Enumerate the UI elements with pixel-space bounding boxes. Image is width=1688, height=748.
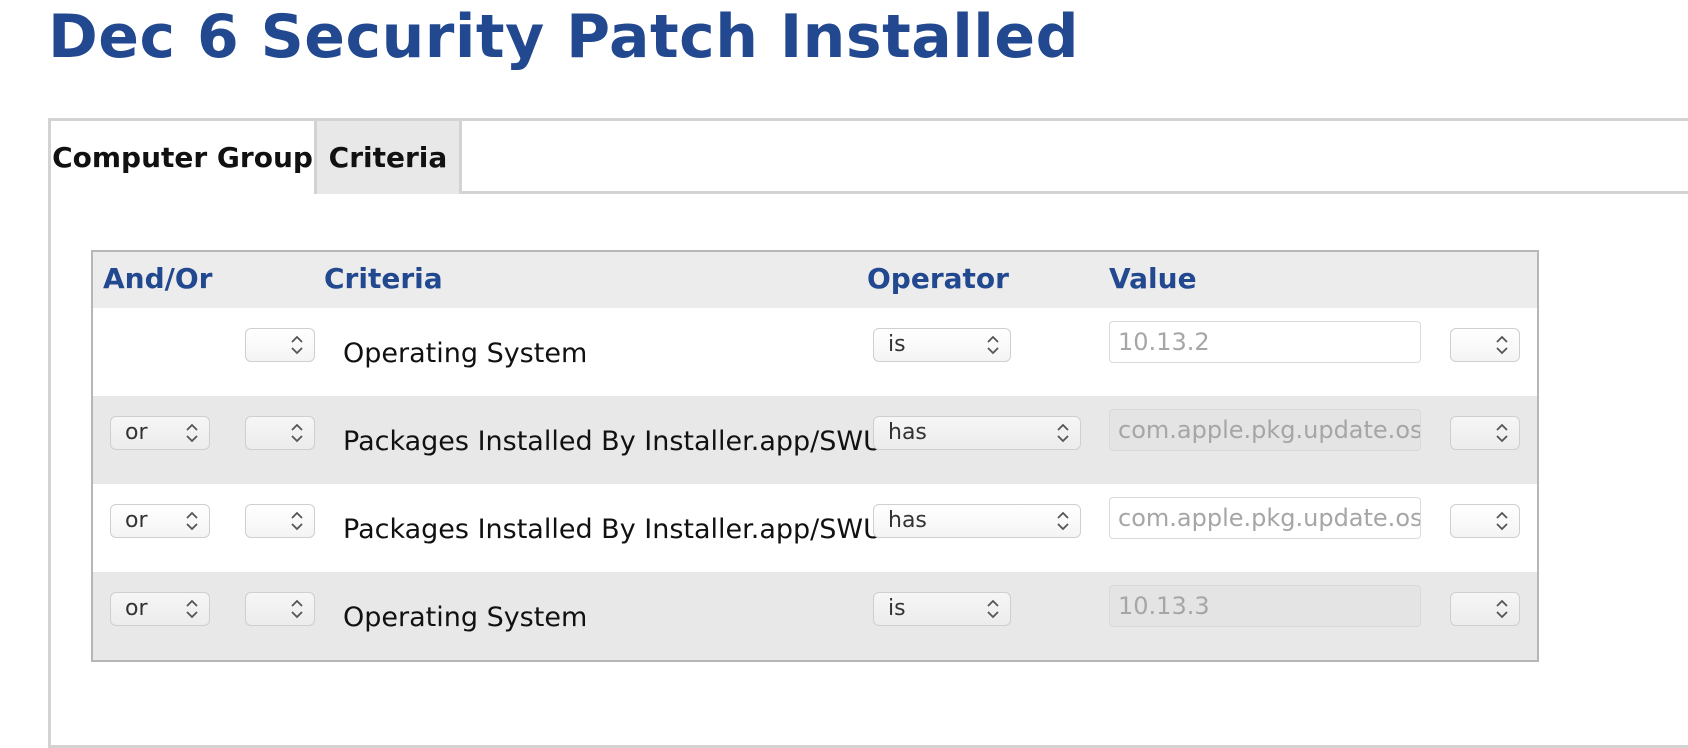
up-down-chevron-icon xyxy=(291,423,303,443)
up-down-chevron-icon xyxy=(1496,423,1508,443)
header-value: Value xyxy=(1109,262,1197,295)
operator-select[interactable]: has xyxy=(873,416,1081,450)
open-paren-select[interactable] xyxy=(245,592,315,626)
table-row: or Operating System is 10.13.3 xyxy=(93,572,1537,660)
header-criteria: Criteria xyxy=(324,262,443,295)
criteria-table: And/Or Criteria Operator Value Operating… xyxy=(91,250,1539,662)
up-down-chevron-icon xyxy=(291,511,303,531)
value-field[interactable]: 10.13.3 xyxy=(1109,585,1421,627)
up-down-chevron-icon xyxy=(291,599,303,619)
tab-computer-group[interactable]: Computer Group xyxy=(51,121,317,194)
up-down-chevron-icon xyxy=(291,335,303,355)
operator-select[interactable]: is xyxy=(873,328,1011,362)
table-header: And/Or Criteria Operator Value xyxy=(93,252,1537,308)
and-or-select[interactable]: or xyxy=(110,416,210,450)
up-down-chevron-icon xyxy=(1057,511,1069,531)
up-down-chevron-icon xyxy=(186,511,198,531)
up-down-chevron-icon xyxy=(987,599,999,619)
tab-bar: Computer Group Criteria xyxy=(51,121,1688,194)
and-or-select[interactable]: or xyxy=(110,592,210,626)
criteria-label: Operating System xyxy=(343,338,588,369)
criteria-label: Operating System xyxy=(343,602,588,633)
value-field[interactable]: com.apple.pkg.update.os.SecUpd xyxy=(1109,497,1421,539)
value-field[interactable]: 10.13.2 xyxy=(1109,321,1421,363)
close-paren-select[interactable] xyxy=(1450,416,1520,450)
up-down-chevron-icon xyxy=(1496,511,1508,531)
tab-criteria[interactable]: Criteria xyxy=(317,121,462,194)
up-down-chevron-icon xyxy=(1057,423,1069,443)
table-row: or Packages Installed By Installer.app/S… xyxy=(93,396,1537,484)
operator-select[interactable]: is xyxy=(873,592,1011,626)
table-row: or Packages Installed By Installer.app/S… xyxy=(93,484,1537,572)
up-down-chevron-icon xyxy=(186,599,198,619)
criteria-label: Packages Installed By Installer.app/SWU xyxy=(343,426,883,457)
open-paren-select[interactable] xyxy=(245,504,315,538)
up-down-chevron-icon xyxy=(186,423,198,443)
open-paren-select[interactable] xyxy=(245,416,315,450)
tab-criteria-label: Criteria xyxy=(328,141,448,174)
table-row: Operating System is 10.13.2 xyxy=(93,308,1537,396)
header-and-or: And/Or xyxy=(103,262,213,295)
value-field[interactable]: com.apple.pkg.update.os.SecUpd xyxy=(1109,409,1421,451)
close-paren-select[interactable] xyxy=(1450,328,1520,362)
header-operator: Operator xyxy=(867,262,1009,295)
up-down-chevron-icon xyxy=(987,335,999,355)
close-paren-select[interactable] xyxy=(1450,504,1520,538)
open-paren-select[interactable] xyxy=(245,328,315,362)
up-down-chevron-icon xyxy=(1496,335,1508,355)
operator-select[interactable]: has xyxy=(873,504,1081,538)
close-paren-select[interactable] xyxy=(1450,592,1520,626)
criteria-label: Packages Installed By Installer.app/SWU xyxy=(343,514,883,545)
and-or-select[interactable]: or xyxy=(110,504,210,538)
tab-computer-group-label: Computer Group xyxy=(52,141,313,174)
page-title: Dec 6 Security Patch Installed xyxy=(48,2,1080,72)
up-down-chevron-icon xyxy=(1496,599,1508,619)
